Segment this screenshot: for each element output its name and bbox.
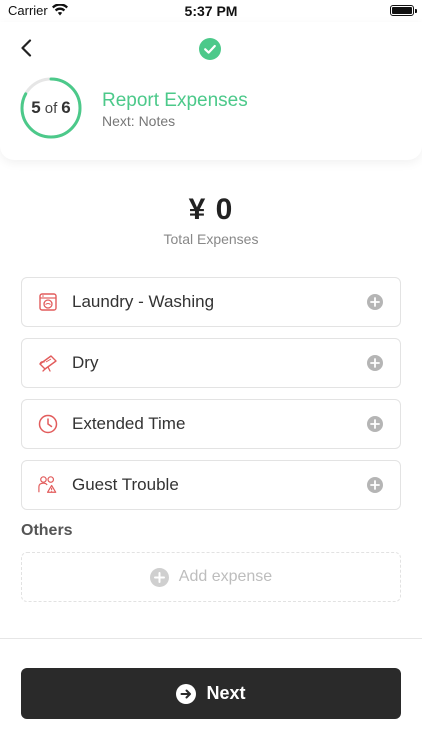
step-title: Report Expenses bbox=[102, 90, 248, 111]
add-expense-button[interactable]: Add expense bbox=[21, 552, 401, 602]
dryer-icon bbox=[38, 353, 58, 373]
progress-counter: 5 of 6 bbox=[20, 77, 82, 139]
total-label: Total Expenses bbox=[163, 231, 259, 247]
expense-item-dry[interactable]: Dry bbox=[21, 338, 401, 388]
total-section: ¥ 0 Total Expenses bbox=[0, 193, 422, 247]
expense-label: Dry bbox=[72, 353, 99, 372]
expense-label: Laundry - Washing bbox=[72, 292, 215, 311]
arrow-right-circle-icon bbox=[176, 683, 197, 704]
next-label: Next bbox=[206, 683, 246, 703]
plus-circle-icon[interactable] bbox=[367, 477, 383, 493]
expense-label: Extended Time bbox=[72, 414, 186, 433]
add-expense-label: Add expense bbox=[178, 568, 273, 585]
expense-item-extended-time[interactable]: Extended Time bbox=[21, 399, 401, 449]
back-button[interactable] bbox=[14, 36, 38, 60]
progress-total: 6 bbox=[61, 98, 71, 117]
washing-machine-icon bbox=[38, 292, 58, 312]
divider bbox=[0, 638, 422, 639]
clock-time: 5:37 PM bbox=[184, 3, 238, 19]
progress-of: of bbox=[44, 99, 58, 117]
check-circle-icon bbox=[199, 38, 221, 60]
plus-circle-icon bbox=[149, 567, 169, 587]
clock-icon bbox=[38, 414, 58, 434]
battery-icon bbox=[390, 5, 417, 16]
next-step-label: Next: Notes bbox=[102, 113, 176, 129]
step-header: 5 of 6 Report Expenses Next: Notes bbox=[0, 22, 422, 160]
total-amount: ¥ 0 bbox=[188, 193, 234, 226]
expense-label: Guest Trouble bbox=[72, 475, 179, 494]
expense-item-guest-trouble[interactable]: Guest Trouble bbox=[21, 460, 401, 510]
others-section-title: Others bbox=[21, 522, 73, 539]
next-button[interactable]: Next bbox=[21, 668, 401, 719]
chevron-left-icon bbox=[21, 39, 32, 57]
progress-current: 5 bbox=[31, 98, 41, 117]
expense-item-laundry-washing[interactable]: Laundry - Washing bbox=[21, 277, 401, 327]
status-bar: Carrier 5:37 PM bbox=[0, 0, 422, 22]
plus-circle-icon[interactable] bbox=[367, 416, 383, 432]
plus-circle-icon[interactable] bbox=[367, 355, 383, 371]
plus-circle-icon[interactable] bbox=[367, 294, 383, 310]
guest-warning-icon bbox=[38, 475, 58, 495]
